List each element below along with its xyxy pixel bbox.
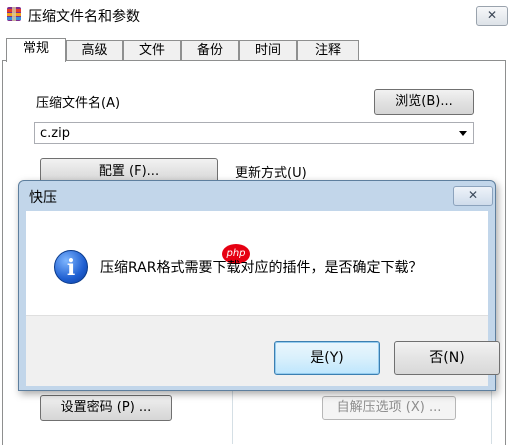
dialog-titlebar: 快压 ✕ (19, 181, 495, 211)
dialog-message: 压缩RAR格式需要下载对应的插件，是否确定下载？ (100, 260, 423, 276)
browse-button[interactable]: 浏览(B)... (374, 89, 474, 115)
close-icon: ✕ (467, 188, 479, 202)
info-icon: i (54, 250, 88, 284)
tab-files[interactable]: 文件 (123, 40, 181, 61)
message-dialog: 快压 ✕ php 中文网 i 压缩RAR格式需要下载对应的插件，是否确定下载？ … (18, 180, 500, 391)
main-titlebar: 压缩文件名和参数 ✕ (0, 0, 512, 30)
archive-name-label: 压缩文件名(A) (36, 96, 121, 111)
archive-name-combobox[interactable]: c.zip (34, 122, 474, 144)
window-title: 压缩文件名和参数 (28, 9, 140, 25)
archive-name-value: c.zip (40, 126, 70, 141)
tab-backup[interactable]: 备份 (181, 40, 239, 61)
app-icon (7, 7, 21, 21)
dropdown-arrow-icon[interactable] (459, 131, 467, 136)
yes-button[interactable]: 是(Y) (274, 341, 380, 375)
dialog-title: 快压 (29, 190, 57, 206)
no-button[interactable]: 否(N) (394, 341, 500, 375)
tab-time[interactable]: 时间 (239, 40, 297, 61)
tab-comment[interactable]: 注释 (297, 40, 359, 61)
main-close-button[interactable]: ✕ (476, 6, 508, 26)
tab-advanced[interactable]: 高级 (66, 40, 123, 61)
dialog-close-button[interactable]: ✕ (453, 186, 493, 206)
sfx-options-button: 自解压选项 (X) ... (322, 396, 456, 420)
tab-general[interactable]: 常规 (6, 38, 66, 62)
dialog-button-bar: 是(Y) 否(N) (26, 315, 500, 386)
close-icon: ✕ (486, 8, 498, 22)
set-password-button[interactable]: 设置密码 (P) ... (40, 395, 172, 421)
dialog-message-area: php 中文网 i 压缩RAR格式需要下载对应的插件，是否确定下载？ (26, 211, 488, 315)
update-mode-label: 更新方式(U) (235, 166, 307, 181)
